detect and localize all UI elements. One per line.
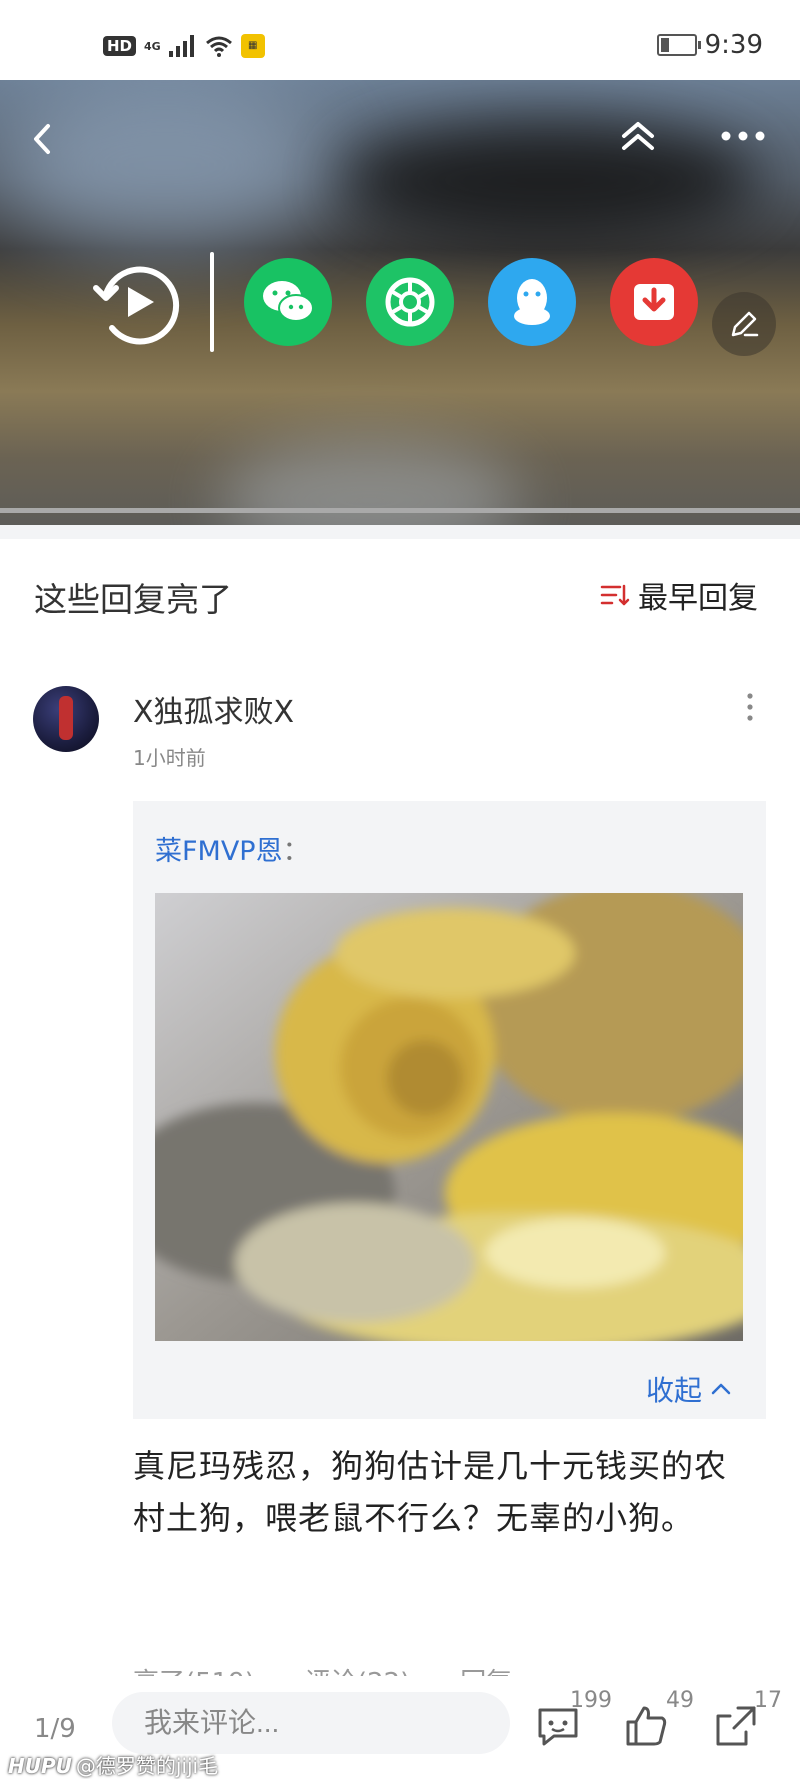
more-dots-icon bbox=[721, 131, 765, 141]
share-qq-button[interactable] bbox=[488, 258, 576, 346]
thumbs-up-icon bbox=[626, 1706, 667, 1746]
network-type: 4G bbox=[144, 39, 161, 53]
pencil-icon bbox=[731, 311, 759, 337]
hd-badge: HD bbox=[103, 36, 137, 56]
clock: 9:39 bbox=[704, 30, 763, 60]
replay-button[interactable] bbox=[88, 254, 184, 350]
section-title: 这些回复亮了 bbox=[34, 580, 232, 619]
quote-author-colon: ： bbox=[282, 836, 310, 867]
quote-author-name: 菜FMVP恩 bbox=[155, 836, 283, 867]
replay-icon bbox=[93, 266, 180, 345]
wifi-icon bbox=[205, 36, 232, 57]
reply-time: 1小时前 bbox=[133, 746, 206, 770]
wechat-icon bbox=[263, 281, 314, 322]
more-button[interactable] bbox=[718, 116, 768, 156]
download-button[interactable] bbox=[610, 258, 698, 346]
collapse-quote-button[interactable]: 收起 bbox=[646, 1369, 732, 1409]
reply-username[interactable]: X独孤求败X bbox=[133, 687, 294, 731]
reply-actions: 亮了(519) 评论(22) 回复 bbox=[133, 1652, 773, 1676]
comment-input[interactable] bbox=[112, 1692, 510, 1754]
chevron-up-icon bbox=[711, 1383, 731, 1395]
comments-tab-button[interactable]: 199 bbox=[532, 1688, 612, 1752]
divider bbox=[210, 252, 214, 352]
signal-icon bbox=[168, 35, 194, 57]
sort-icon bbox=[600, 584, 630, 606]
collapse-label: 收起 bbox=[645, 1374, 702, 1407]
collapse-header-button[interactable] bbox=[618, 116, 658, 156]
edit-button[interactable] bbox=[712, 292, 776, 356]
light-button[interactable]: 亮了(519) bbox=[133, 1662, 255, 1676]
watermark-brand: HUPU bbox=[8, 1754, 72, 1778]
chevron-left-icon bbox=[34, 124, 50, 154]
app-notification-icon: ▦ bbox=[240, 34, 265, 58]
qq-icon bbox=[514, 279, 550, 325]
shares-count: 17 bbox=[754, 1688, 782, 1713]
back-button[interactable] bbox=[24, 114, 64, 164]
status-bar: HD 4G ▦ 9:39 bbox=[0, 0, 800, 80]
watermark-handle: @德罗赞的jiji毛 bbox=[75, 1754, 219, 1778]
reply-more-button[interactable] bbox=[740, 690, 760, 726]
share-button[interactable]: 17 bbox=[710, 1688, 782, 1752]
moments-icon bbox=[385, 277, 435, 327]
watermark: HUPU @德罗赞的jiji毛 bbox=[8, 1750, 218, 1779]
sort-button[interactable]: 最早回复 bbox=[600, 573, 758, 617]
status-right: 9:39 bbox=[656, 30, 763, 60]
battery-icon bbox=[656, 34, 701, 56]
share-row bbox=[88, 252, 732, 352]
status-left: HD 4G ▦ bbox=[103, 34, 265, 58]
share-moments-button[interactable] bbox=[366, 258, 454, 346]
comments-count: 199 bbox=[570, 1688, 612, 1713]
snake-image bbox=[155, 893, 743, 1341]
page-indicator: 1/9 bbox=[34, 1714, 76, 1744]
sort-label: 最早回复 bbox=[638, 581, 758, 616]
quote-author[interactable]: 菜FMVP恩： bbox=[155, 829, 310, 868]
video-progress-bar[interactable] bbox=[0, 508, 800, 513]
quote-image[interactable] bbox=[155, 893, 743, 1341]
comments-button[interactable]: 评论(22) bbox=[305, 1662, 410, 1676]
like-button[interactable]: 49 bbox=[620, 1688, 694, 1752]
reply-button[interactable]: 回复 bbox=[460, 1662, 512, 1676]
double-chevron-up-icon bbox=[622, 122, 654, 150]
download-icon bbox=[634, 284, 674, 320]
section-separator bbox=[0, 525, 800, 539]
media-header[interactable] bbox=[0, 80, 800, 525]
likes-count: 49 bbox=[666, 1688, 694, 1713]
reply-content: 真尼玛残忍，狗狗估计是几十元钱买的农村土狗，喂老鼠不行么？无辜的小狗。 bbox=[133, 1447, 728, 1537]
share-wechat-button[interactable] bbox=[244, 258, 332, 346]
vertical-dots-icon bbox=[747, 693, 753, 721]
quoted-reply: 菜FMVP恩： 收起 bbox=[133, 801, 766, 1419]
avatar[interactable] bbox=[33, 686, 99, 752]
